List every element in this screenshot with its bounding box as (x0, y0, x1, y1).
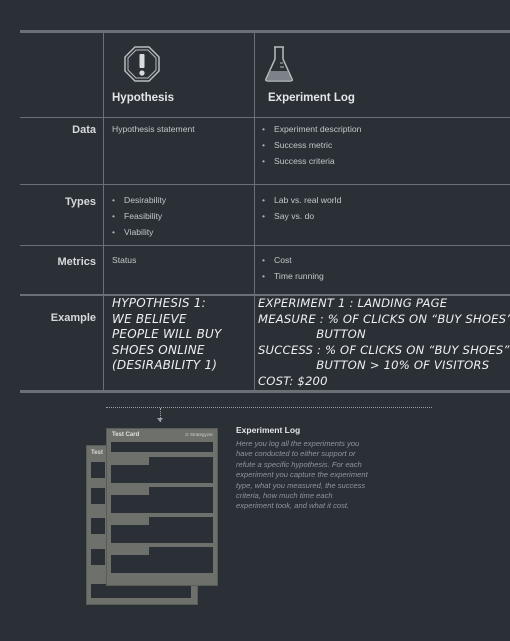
list-item: Lab vs. real world (262, 193, 341, 209)
list-item: Desirability (112, 193, 166, 209)
list-item: Time running (262, 269, 324, 285)
column-divider-2 (254, 33, 255, 391)
card-brand-label: Strategyzer (189, 432, 213, 437)
test-card-front-thumbnail: Test Card ⊙ Strategyzer (106, 428, 218, 586)
types-experiment-cell: Lab vs. real world Say vs. do (262, 193, 341, 225)
example-experiment-handwriting: Experiment 1 : Landing page Measure : % … (258, 296, 510, 388)
header-divider (20, 117, 510, 118)
metrics-experiment-cell: Cost Time running (262, 253, 324, 285)
list-item: Experiment description (262, 122, 361, 138)
card-field-tab (111, 547, 149, 555)
table-top-border (20, 30, 510, 33)
example-hypothesis-handwriting: Hypothesis 1: We believe people will buy… (112, 296, 222, 373)
card-back-field (91, 518, 105, 534)
warning-octagon-icon (124, 46, 160, 87)
card-field-tab (111, 487, 149, 495)
card-back-title: Test (91, 450, 103, 456)
connector-line (106, 407, 432, 408)
card-field-row (111, 442, 213, 452)
list-item: Viability (112, 225, 166, 241)
description-title: Experiment Log (236, 425, 301, 435)
card-front-brand: ⊙ Strategyzer (184, 432, 213, 437)
data-hypothesis-cell: Hypothesis statement (112, 124, 195, 134)
list-item: Success criteria (262, 154, 361, 170)
card-front-title: Test Card (112, 432, 140, 438)
table-bottom-border (20, 390, 510, 393)
card-back-field (91, 488, 105, 504)
row-label-data: Data (72, 124, 96, 136)
column-header-hypothesis: Hypothesis (112, 92, 174, 104)
card-back-field (91, 549, 105, 565)
card-field-tab (111, 457, 149, 465)
card-field-tab (111, 517, 149, 525)
data-experiment-cell: Experiment description Success metric Su… (262, 122, 361, 169)
list-item: Cost (262, 253, 324, 269)
chevron-down-icon (157, 418, 163, 422)
column-divider-1 (103, 33, 104, 391)
list-item: Success metric (262, 138, 361, 154)
card-back-field (91, 462, 105, 478)
row-label-example: Example (50, 312, 96, 324)
list-item: Feasibility (112, 209, 166, 225)
types-hypothesis-cell: Desirability Feasibility Viability (112, 193, 166, 240)
row-label-metrics: Metrics (57, 256, 96, 268)
metrics-hypothesis-cell: Status (112, 255, 137, 265)
row-label-types: Types (65, 196, 96, 208)
row-divider-data (20, 184, 510, 185)
row-divider-types (20, 245, 510, 246)
description-body: Here you log all the experiments you hav… (236, 439, 368, 511)
column-header-experiment-log: Experiment Log (268, 92, 355, 104)
flask-icon (264, 45, 294, 88)
list-item: Say vs. do (262, 209, 341, 225)
card-back-footer (91, 584, 191, 598)
